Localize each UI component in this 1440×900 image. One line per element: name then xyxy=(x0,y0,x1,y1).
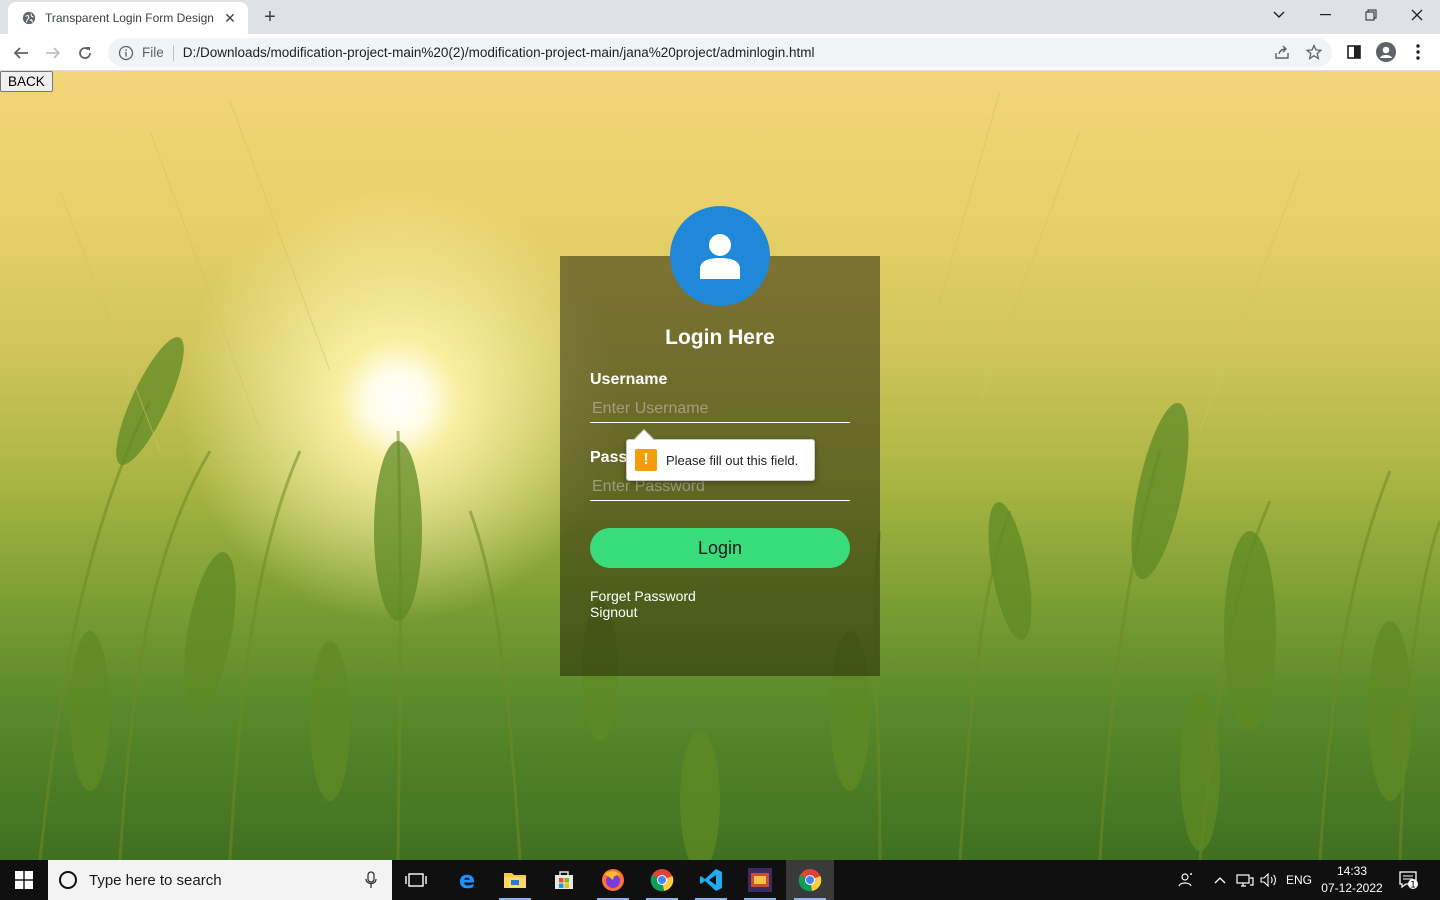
reload-icon[interactable] xyxy=(72,40,98,66)
language-indicator[interactable]: ENG xyxy=(1284,860,1314,900)
address-divider xyxy=(172,44,174,61)
globe-icon xyxy=(22,11,36,25)
page-viewport: BACK Login Here Username Password Login … xyxy=(0,71,1440,860)
warning-icon: ! xyxy=(635,449,657,471)
address-url: D:/Downloads/modification-project-main%2… xyxy=(182,45,815,60)
microphone-icon[interactable] xyxy=(364,871,378,889)
chrome-active-window-icon[interactable] xyxy=(786,860,834,900)
browser-tab-active[interactable]: Transparent Login Form Design ✕ xyxy=(8,2,248,34)
user-avatar-icon xyxy=(670,206,770,306)
bookmark-star-icon[interactable] xyxy=(1304,42,1324,62)
svg-text:e: e xyxy=(459,868,475,892)
side-panel-icon[interactable] xyxy=(1344,42,1364,62)
clock-time: 14:33 xyxy=(1336,864,1368,878)
browser-tab-strip: Transparent Login Form Design ✕ + xyxy=(0,0,1440,34)
windows-logo-icon xyxy=(15,871,33,889)
chevron-up-icon[interactable] xyxy=(1210,860,1230,900)
windows-start-button[interactable] xyxy=(0,860,48,900)
close-tab-icon[interactable]: ✕ xyxy=(222,10,238,26)
back-arrow-icon[interactable] xyxy=(8,40,34,66)
task-view-icon[interactable] xyxy=(392,860,440,900)
firefox-icon[interactable] xyxy=(589,860,637,900)
back-button[interactable]: BACK xyxy=(0,71,53,92)
profile-avatar-icon[interactable] xyxy=(1376,42,1396,62)
close-window-button[interactable] xyxy=(1394,0,1440,30)
forward-arrow-icon[interactable] xyxy=(40,40,66,66)
tab-title: Transparent Login Form Design xyxy=(45,11,214,25)
people-icon[interactable] xyxy=(1174,860,1198,900)
edge-icon[interactable]: e xyxy=(443,860,491,900)
action-center-icon[interactable]: 1 xyxy=(1394,860,1424,900)
windows-taskbar: Type here to search e ENG 14:33 07-12-20… xyxy=(0,860,1440,900)
chrome-icon[interactable] xyxy=(638,860,686,900)
game-app-icon[interactable] xyxy=(736,860,784,900)
vscode-icon[interactable] xyxy=(687,860,735,900)
microsoft-store-icon[interactable] xyxy=(540,860,588,900)
validation-message: Please fill out this field. xyxy=(666,452,799,468)
kebab-menu-icon[interactable] xyxy=(1408,42,1428,62)
username-label: Username xyxy=(590,371,668,388)
taskbar-search-box[interactable]: Type here to search xyxy=(48,860,392,900)
signout-link[interactable]: Signout xyxy=(590,604,637,620)
username-input[interactable] xyxy=(590,395,850,423)
network-icon[interactable] xyxy=(1234,860,1256,900)
new-tab-button[interactable]: + xyxy=(258,6,282,28)
login-button[interactable]: Login xyxy=(590,528,850,568)
restore-button[interactable] xyxy=(1348,0,1394,30)
address-bar[interactable]: File D:/Downloads/modification-project-m… xyxy=(108,38,1332,67)
notification-badge-count: 1 xyxy=(1410,881,1416,891)
taskbar-search-placeholder: Type here to search xyxy=(89,871,222,889)
forget-password-link[interactable]: Forget Password xyxy=(590,588,696,604)
info-icon[interactable] xyxy=(118,45,134,61)
tab-search-icon[interactable] xyxy=(1256,0,1302,30)
system-clock[interactable]: 14:33 07-12-2022 xyxy=(1314,863,1390,897)
validation-tooltip: ! Please fill out this field. xyxy=(626,429,815,481)
volume-icon[interactable] xyxy=(1258,860,1280,900)
file-explorer-icon[interactable] xyxy=(491,860,539,900)
login-title: Login Here xyxy=(665,326,775,349)
minimize-button[interactable] xyxy=(1302,0,1348,30)
address-scheme: File xyxy=(142,45,164,60)
cortana-icon xyxy=(59,871,77,889)
browser-toolbar: File D:/Downloads/modification-project-m… xyxy=(0,34,1440,71)
share-icon[interactable] xyxy=(1272,42,1292,62)
clock-date: 07-12-2022 xyxy=(1321,881,1383,895)
